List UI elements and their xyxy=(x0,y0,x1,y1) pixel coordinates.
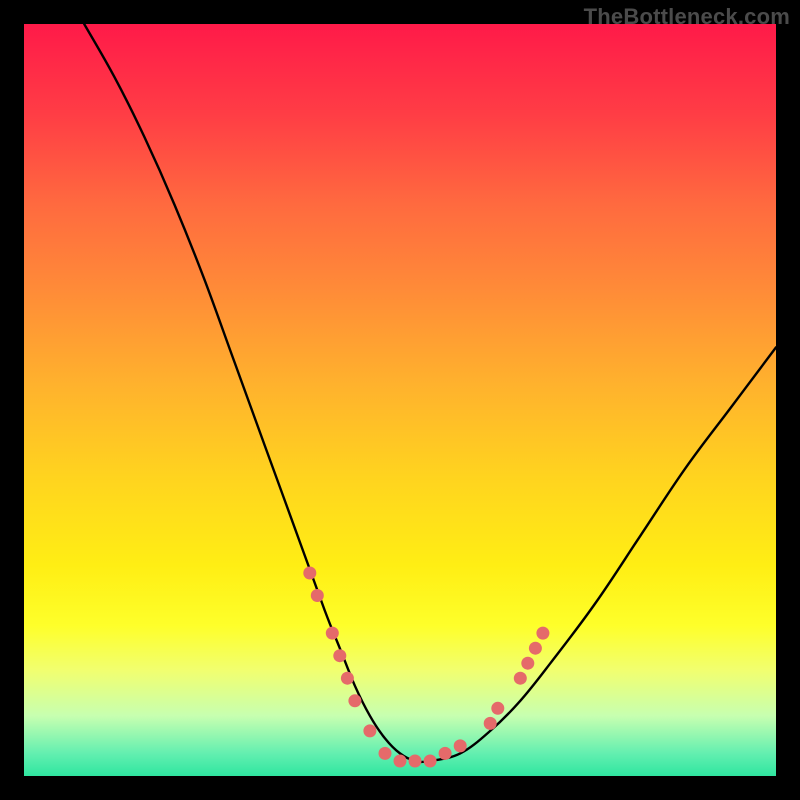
bottleneck-curve xyxy=(84,24,776,762)
plot-area xyxy=(24,24,776,776)
curve-marker xyxy=(311,589,324,602)
curve-marker xyxy=(454,739,467,752)
curve-marker xyxy=(484,717,497,730)
curve-marker xyxy=(514,672,527,685)
curve-marker xyxy=(379,747,392,760)
curve-marker xyxy=(529,642,542,655)
curve-marker xyxy=(303,567,316,580)
curve-marker xyxy=(341,672,354,685)
curve-marker xyxy=(363,724,376,737)
curve-markers xyxy=(303,567,549,768)
curve-marker xyxy=(409,755,422,768)
curve-marker xyxy=(348,694,361,707)
curve-marker xyxy=(424,755,437,768)
curve-marker xyxy=(491,702,504,715)
curve-svg xyxy=(24,24,776,776)
curve-marker xyxy=(394,755,407,768)
curve-marker xyxy=(536,627,549,640)
curve-marker xyxy=(333,649,346,662)
curve-marker xyxy=(439,747,452,760)
curve-marker xyxy=(326,627,339,640)
chart-frame: TheBottleneck.com xyxy=(0,0,800,800)
curve-marker xyxy=(521,657,534,670)
